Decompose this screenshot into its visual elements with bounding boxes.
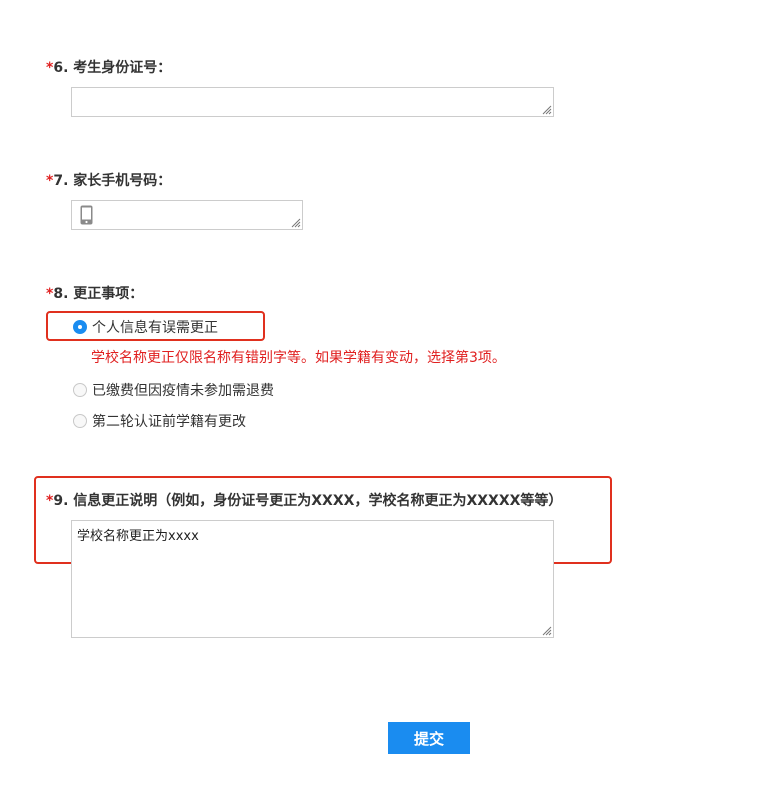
q6-number: 6.	[53, 60, 69, 76]
option-label: 个人信息有误需更正	[92, 320, 218, 336]
correction-explanation-value: 学校名称更正为xxxx	[77, 529, 199, 544]
resize-grip-icon[interactable]	[541, 625, 552, 636]
option-hint-text: 学校名称更正仅限名称有错别字等。如果学籍有变动，选择第3项。	[91, 350, 506, 366]
parent-phone-input[interactable]	[71, 200, 303, 230]
radio-unchecked-icon[interactable]	[73, 414, 87, 428]
id-number-input[interactable]	[71, 87, 554, 117]
option-refund[interactable]: 已缴费但因疫情未参加需退费	[73, 380, 274, 400]
option-enrollment-change[interactable]: 第二轮认证前学籍有更改	[73, 411, 246, 431]
q8-label: 更正事项：	[73, 286, 144, 302]
resize-grip-icon[interactable]	[290, 217, 301, 228]
q8-number: 8.	[53, 286, 69, 302]
q9-label: 信息更正说明（例如，身份证号更正为XXXX，学校名称更正为XXXXX等等）	[73, 493, 563, 509]
q7-label: 家长手机号码：	[73, 173, 172, 189]
q9-title: *9. 信息更正说明（例如，身份证号更正为XXXX，学校名称更正为XXXXX等等…	[46, 492, 562, 510]
q7-number: 7.	[53, 173, 69, 189]
radio-unchecked-icon[interactable]	[73, 383, 87, 397]
q7-title: *7. 家长手机号码：	[46, 172, 171, 190]
radio-checked-icon[interactable]	[73, 320, 87, 334]
correction-explanation-textarea[interactable]: 学校名称更正为xxxx	[71, 520, 554, 638]
q6-title: *6. 考生身份证号：	[46, 59, 171, 77]
option-label: 已缴费但因疫情未参加需退费	[92, 383, 274, 399]
option-label: 第二轮认证前学籍有更改	[92, 414, 246, 430]
mobile-phone-icon	[80, 205, 93, 229]
q6-label: 考生身份证号：	[73, 60, 172, 76]
q8-title: *8. 更正事项：	[46, 285, 143, 303]
q9-number: 9.	[53, 493, 69, 509]
resize-grip-icon[interactable]	[541, 104, 552, 115]
option-personal-info-correction[interactable]: 个人信息有误需更正	[73, 317, 218, 337]
submit-button[interactable]: 提交	[388, 722, 470, 754]
